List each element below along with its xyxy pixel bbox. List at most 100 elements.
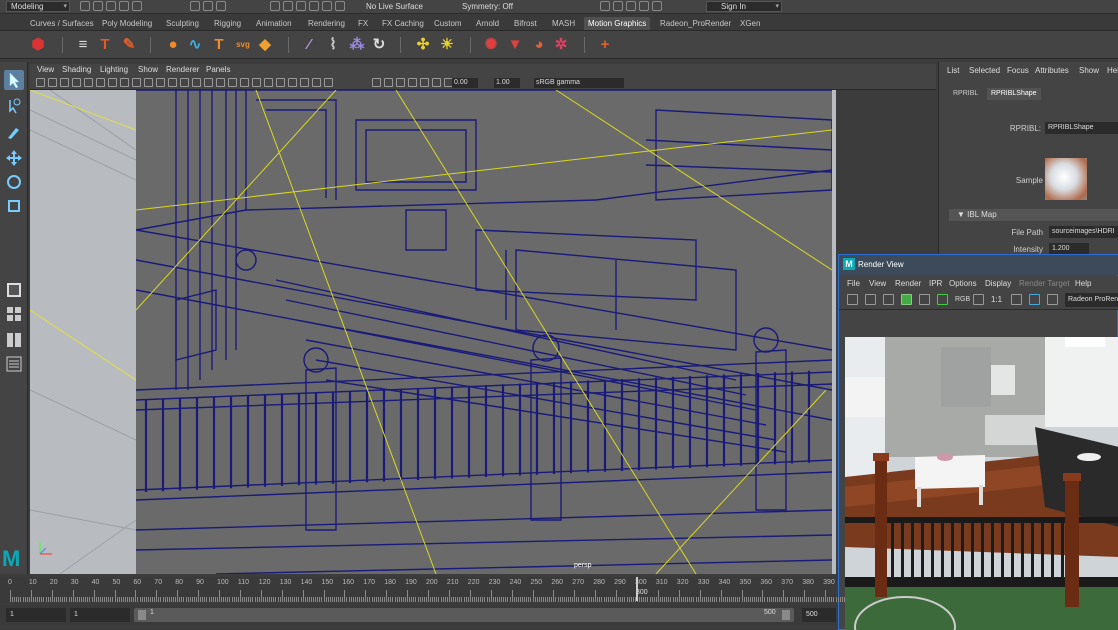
snap-plane-icon[interactable] (309, 1, 319, 11)
tab-animation[interactable]: Animation (252, 17, 296, 30)
open-scene-icon[interactable] (93, 1, 103, 11)
tab-mash[interactable]: MASH (548, 17, 579, 30)
renderer-dropdown[interactable]: Radeon ProRender (1065, 293, 1118, 307)
range-slider[interactable]: 1 500 (134, 608, 794, 622)
sample-swatch[interactable] (1045, 158, 1087, 200)
locator-icon[interactable]: ✣ (414, 36, 432, 54)
dots-icon[interactable]: ⁂ (348, 36, 366, 54)
viewport-tool-icon[interactable] (396, 78, 405, 87)
layout-four-icon[interactable] (4, 304, 24, 324)
layout-two-icon[interactable] (4, 330, 24, 350)
fluid-icon[interactable]: ◕ (530, 36, 548, 54)
render-view-titlebar[interactable]: M Render View (839, 255, 1118, 275)
ae-menu-selected[interactable]: Selected (969, 66, 1000, 75)
paint-select-icon[interactable] (4, 122, 24, 142)
viewport-tool-icon[interactable] (60, 78, 69, 87)
tab-fx[interactable]: FX (354, 17, 372, 30)
menu-panels[interactable]: Panels (206, 65, 230, 74)
pause-icon[interactable] (652, 1, 662, 11)
snapshot-icon[interactable] (883, 294, 894, 305)
tab-rendering[interactable]: Rendering (304, 17, 349, 30)
live-surface-field[interactable]: No Live Surface (366, 2, 423, 11)
viewport-tool-icon[interactable] (276, 78, 285, 87)
tab-arnold[interactable]: Arnold (472, 17, 503, 30)
tab-motion-graphics[interactable]: Motion Graphics (584, 17, 651, 30)
alpha-icon[interactable] (973, 294, 984, 305)
viewport-tool-icon[interactable] (204, 78, 213, 87)
select-tool-icon[interactable] (4, 70, 24, 90)
sun-icon[interactable]: ☀ (438, 36, 456, 54)
hypershade-icon[interactable] (639, 1, 649, 11)
text-tool-icon[interactable]: T (96, 36, 114, 54)
color-channel-icon[interactable] (937, 294, 948, 305)
ae-menu-help[interactable]: Help (1107, 66, 1118, 75)
new-scene-icon[interactable] (80, 1, 90, 11)
viewport-tool-icon[interactable] (132, 78, 141, 87)
tab-curves-surfaces[interactable]: Curves / Surfaces (26, 17, 98, 30)
plus-icon[interactable]: + (596, 36, 614, 54)
ae-menu-attributes[interactable]: Attributes (1035, 66, 1069, 75)
viewport-tool-icon[interactable] (36, 78, 45, 87)
rv-menu-options[interactable]: Options (949, 279, 977, 288)
viewport-tool-icon[interactable] (432, 78, 441, 87)
keep-image-icon[interactable] (1011, 294, 1022, 305)
symmetry-field[interactable]: Symmetry: Off (462, 2, 513, 11)
viewport-tool-icon[interactable] (384, 78, 393, 87)
viewport-tool-icon[interactable] (216, 78, 225, 87)
settings-icon[interactable] (1047, 294, 1058, 305)
layout-single-icon[interactable] (4, 280, 24, 300)
wand-icon[interactable]: ⁄ (300, 36, 318, 54)
sphere-icon[interactable]: ● (164, 36, 182, 54)
viewport-tool-icon[interactable] (48, 78, 57, 87)
scene-end-field[interactable]: 500 (802, 608, 836, 622)
viewport-panel[interactable]: persp (30, 90, 836, 574)
viewport-tool-icon[interactable] (84, 78, 93, 87)
snap-point-icon[interactable] (296, 1, 306, 11)
node-name-field[interactable]: RPRIBLShape (1045, 122, 1118, 134)
viewport-tool-icon[interactable] (192, 78, 201, 87)
sign-in-button[interactable]: Sign In (706, 1, 782, 12)
snap-surface-icon[interactable] (322, 1, 332, 11)
viewport-tool-icon[interactable] (408, 78, 417, 87)
render-frame-icon[interactable] (847, 294, 858, 305)
rendered-image[interactable] (845, 337, 1118, 630)
scene-start-field[interactable]: 1 (6, 608, 66, 622)
time-slider[interactable]: 0 10 20 30 40 50 60 70 80 90 100 110 120 130 140 150 160… (0, 577, 845, 602)
viewport-tool-icon[interactable] (324, 78, 333, 87)
ae-menu-list[interactable]: List (947, 66, 959, 75)
refresh-ipr-icon[interactable] (919, 294, 930, 305)
ibl-map-section-header[interactable]: ▼ IBL Map (949, 209, 1118, 221)
tab-rigging[interactable]: Rigging (210, 17, 245, 30)
viewport-tool-icon[interactable] (372, 78, 381, 87)
rv-menu-help[interactable]: Help (1075, 279, 1091, 288)
viewport-tool-icon[interactable] (240, 78, 249, 87)
paint-effects-icon[interactable]: ✎ (120, 36, 138, 54)
render-settings-icon[interactable] (626, 1, 636, 11)
rotate-tool-icon[interactable] (4, 172, 24, 192)
outliner-icon[interactable] (4, 354, 24, 374)
playback-start-field[interactable]: 1 (70, 608, 130, 622)
exposure-field[interactable]: 0.00 (452, 78, 478, 88)
brush-icon[interactable]: ⌇ (324, 36, 342, 54)
rv-menu-render-target[interactable]: Render Target (1019, 279, 1070, 288)
viewport-tool-icon[interactable] (288, 78, 297, 87)
select-component-icon[interactable] (216, 1, 226, 11)
viewport-tool-icon[interactable] (168, 78, 177, 87)
tab-xgen[interactable]: XGen (736, 17, 764, 30)
ipr-icon[interactable] (901, 294, 912, 305)
render-frame-icon[interactable] (600, 1, 610, 11)
rv-menu-file[interactable]: File (847, 279, 860, 288)
mode-dropdown[interactable]: Modeling (6, 1, 70, 12)
gamma-field[interactable]: 1.00 (494, 78, 520, 88)
rv-menu-ipr[interactable]: IPR (929, 279, 942, 288)
type-icon[interactable]: T (210, 36, 228, 54)
ae-tab-rpribl[interactable]: RPRIBL (949, 88, 982, 100)
save-scene-icon[interactable] (106, 1, 116, 11)
svg-icon[interactable]: svg (234, 36, 252, 54)
select-hierarchy-icon[interactable] (190, 1, 200, 11)
tab-sculpting[interactable]: Sculpting (162, 17, 203, 30)
snap-grid-icon[interactable] (270, 1, 280, 11)
viewport-tool-icon[interactable] (96, 78, 105, 87)
menu-view[interactable]: View (37, 65, 54, 74)
viewport-tool-icon[interactable] (72, 78, 81, 87)
